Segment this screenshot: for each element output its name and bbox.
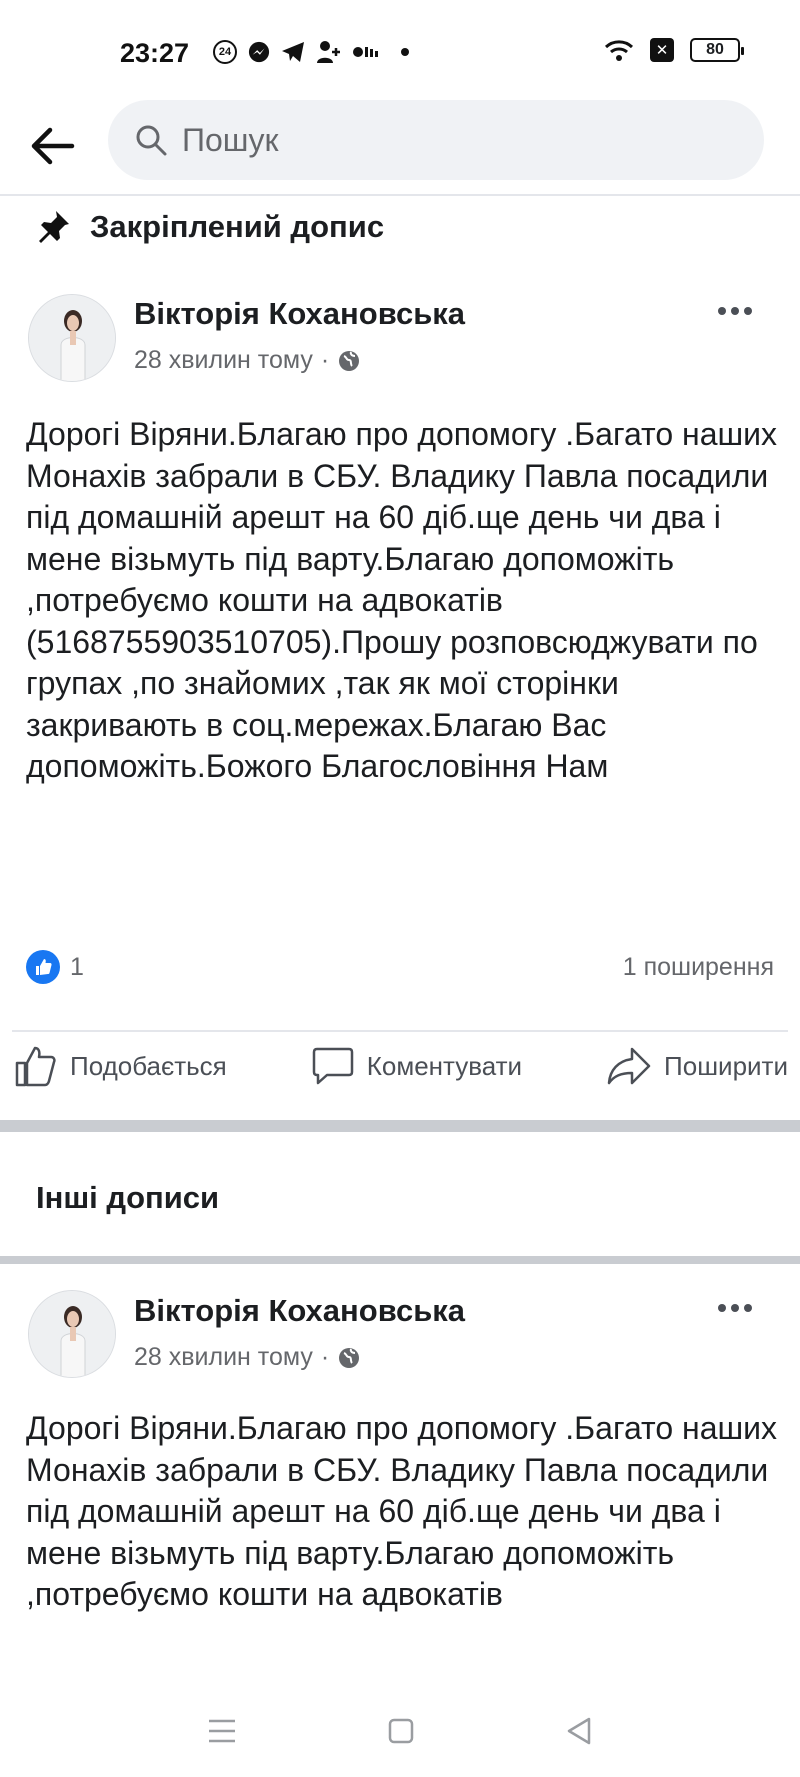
dot [718,1304,726,1312]
share-icon [607,1047,651,1085]
battery-icon: 80 [690,38,744,62]
post-meta: 28 хвилин тому · [134,346,361,375]
dot [744,1304,752,1312]
post-author[interactable]: Вікторія Кохановська [134,1293,465,1329]
post-author[interactable]: Вікторія Кохановська [134,296,465,332]
avatar[interactable] [28,294,116,382]
pinned-post-title: Закріплений допис [90,209,385,244]
home-square-icon [388,1718,414,1744]
dot [731,307,739,315]
search-header: Пошук [0,100,800,196]
messenger-icon [248,41,270,63]
search-icon [136,125,167,156]
globe-icon [339,1347,360,1368]
comment-label: Коментувати [366,1050,523,1081]
status-bar: 23:27 24 ✕ 80 [0,0,800,100]
post-actions: Подобається Коментувати Поширити [12,1030,788,1100]
home-nav-button[interactable] [387,1717,415,1750]
more-options-button[interactable] [710,1293,760,1323]
post-time[interactable]: 28 хвилин тому [134,1343,313,1372]
menu-nav-button[interactable] [207,1718,237,1749]
share-label: Поширити [664,1050,788,1081]
meta-separator: · [320,1343,330,1371]
back-nav-button[interactable] [565,1716,593,1751]
globe-icon [339,350,360,371]
avatar[interactable] [28,1290,116,1378]
status-icons-right: ✕ 80 [604,38,744,62]
like-count[interactable]: 1 [26,950,84,984]
like-reaction-icon [26,950,60,984]
reactions-row: 1 1 поширення [26,950,774,984]
more-options-button[interactable] [710,296,760,326]
meta-separator: · [320,346,330,374]
dot [731,1304,739,1312]
back-arrow-icon [31,127,75,165]
back-triangle-icon [567,1717,591,1745]
like-label: Подобається [70,1050,227,1081]
notification-x-icon: ✕ [650,38,674,62]
share-count[interactable]: 1 поширення [623,953,774,982]
section-divider [0,1256,800,1264]
dot-icon [400,47,410,57]
pin-icon [39,211,69,243]
post-text: Дорогі Віряни.Благаю про допомогу .Багат… [26,416,778,784]
telegram-icon [281,41,305,63]
search-input[interactable]: Пошук [108,100,764,180]
post-time[interactable]: 28 хвилин тому [134,346,313,375]
signal-icon [353,43,379,61]
share-button[interactable]: Поширити [606,1046,788,1086]
section-divider [0,1120,800,1132]
menu-icon [209,1719,235,1743]
like-count-value: 1 [70,952,84,981]
status-time: 23:27 [120,38,190,68]
like-button[interactable]: Подобається [14,1045,227,1087]
post-text: Дорогі Віряни.Благаю про допомогу .Багат… [26,1410,778,1612]
dot [744,307,752,315]
user-plus-icon [316,40,342,64]
search-placeholder: Пошук [182,121,279,158]
back-button[interactable] [24,118,80,174]
wifi-icon [604,38,634,62]
system-nav-bar [0,1690,800,1777]
comment-button[interactable]: Коментувати [311,1046,522,1086]
thumbs-up-icon [15,1046,56,1087]
dot [718,307,726,315]
pinned-post-label: Закріплений допис [34,208,384,246]
comment-icon [312,1047,353,1085]
status-icons-left: 24 [213,40,410,64]
other-posts-title: Інші дописи [36,1180,220,1215]
post-meta: 28 хвилин тому · [134,1343,361,1372]
badge-24-icon: 24 [213,40,237,64]
